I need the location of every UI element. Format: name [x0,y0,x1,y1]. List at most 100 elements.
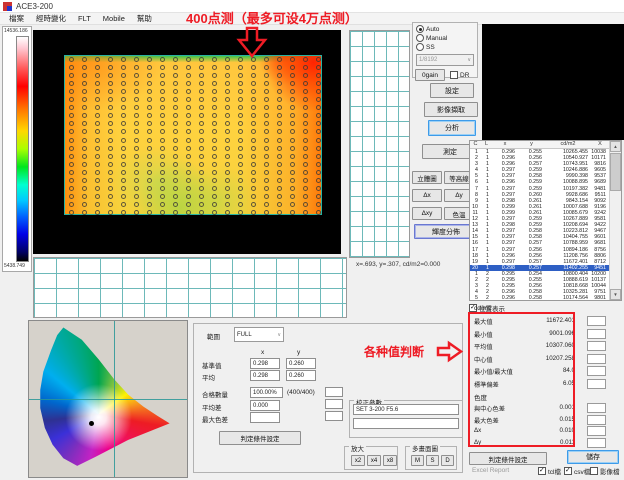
stat-row: 標準偏差6.05 [474,380,575,389]
measure-point [225,121,230,126]
measure-point [147,129,152,134]
zero-gain-button[interactable]: 0gain [415,69,445,81]
csv-file-checkbox[interactable]: csv檔 [564,466,590,476]
analyze-button[interactable]: 分析 [428,120,476,136]
table-header-y: y [518,141,545,148]
base-value-label: 基準值 [202,360,222,370]
scrollbar-thumb[interactable] [610,153,621,191]
range-select[interactable]: FULL ∨ [234,327,284,342]
measure-point [69,113,74,118]
radio-ss-circle[interactable] [416,43,424,51]
measure-point [134,178,139,183]
delta-xy-button[interactable]: Δxy [412,207,442,220]
delta-x-button[interactable]: Δx [412,189,442,202]
stat-value: 0.001 [560,404,575,413]
measure-point [82,81,87,86]
judge-indicator-box [587,403,606,413]
stat-label: Δy [474,439,481,446]
table-row[interactable]: 520.2960.25810174.5649801 [470,295,621,301]
stat-value: 10307.060 [546,342,575,351]
judge-settings-button-right[interactable]: 判定條件設定 [469,452,547,465]
measure-point [199,97,204,102]
radio-auto-circle[interactable] [416,25,424,33]
settings-button[interactable]: 設定 [430,83,474,98]
radio-manual[interactable]: Manual [416,34,447,42]
stat-value: 11672.401 [546,317,575,326]
measure-point [251,113,256,118]
menu-item-2[interactable]: FLT [73,14,96,23]
zoom-button-x4[interactable]: x4 [367,455,381,466]
save-button[interactable]: 儲存 [567,450,619,464]
base-x-field[interactable]: 0.298 [250,358,280,369]
zoom-button-x2[interactable]: x2 [351,455,365,466]
view-3d-button[interactable]: 立體圖 [412,171,442,184]
measure-point [108,186,113,191]
avg-y-field[interactable]: 0.260 [286,370,316,381]
measure-point [225,178,230,183]
multiview-button-d[interactable]: D [441,455,454,466]
vertical-profile-graph [349,30,410,258]
measure-point [121,97,126,102]
measure-point [303,210,308,215]
radio-auto[interactable]: Auto [416,25,439,33]
menu-item-0[interactable]: 檔案 [4,13,29,24]
stat-row: 與中心色差0.001 [474,404,575,413]
measure-point [108,178,113,183]
measure-point [225,138,230,143]
tcl-file-label: tcl檔 [548,466,561,476]
tcl-file-checkbox[interactable]: tcl檔 [538,466,561,476]
calibration-param-field[interactable]: SET 3-200 F5.6 [353,404,459,415]
measure-point [160,138,165,143]
shutter-select[interactable]: 1/8192 ∨ [416,54,474,66]
measure-point [82,89,87,94]
measure-point [212,170,217,175]
cie-diagram [28,320,188,478]
heatmap [64,55,322,215]
calibration-param2-field[interactable] [353,418,459,429]
stat-label: Δx [474,427,481,434]
menu-item-4[interactable]: 幫助 [132,13,157,24]
csv-file-box[interactable] [564,467,572,475]
table-header-cd/m2: cd/m2 [545,141,591,148]
measure-point [199,121,204,126]
image-capture-button[interactable]: 影像擷取 [424,102,478,117]
measure-point [225,194,230,199]
measure-point [251,194,256,199]
radio-manual-circle[interactable] [416,34,424,42]
measure-point [95,89,100,94]
measure-point [225,162,230,167]
annotation-side-text: 各种值判断 [364,343,424,360]
measure-point [316,178,321,183]
scroll-up-icon[interactable]: ▲ [610,141,621,152]
measure-point [69,57,74,62]
shutter-value: 1/8192 [419,57,437,63]
multiview-button-s[interactable]: S [426,455,439,466]
tcl-file-box[interactable] [538,467,546,475]
menu-item-3[interactable]: Mobile [98,14,130,23]
table-scrollbar[interactable]: ▲ ▼ [609,141,621,300]
multiview-button-m[interactable]: M [411,455,424,466]
image-file-box[interactable] [590,467,598,475]
measure-point [134,138,139,143]
measure-point [277,194,282,199]
measure-point [264,138,269,143]
radio-ss[interactable]: SS [416,43,435,51]
image-file-checkbox[interactable]: 影像檔 [590,466,620,476]
judge-settings-button-mid[interactable]: 判定條件設定 [219,431,301,445]
colorbar-max-label: 14536.186 [4,28,28,34]
dr-checkbox-box[interactable] [450,71,458,79]
avg-x-field[interactable]: 0.298 [250,370,280,381]
zoom-button-x8[interactable]: x8 [383,455,397,466]
measure-point [225,113,230,118]
measure-point [147,57,152,62]
menu-item-1[interactable]: 經時變化 [31,13,71,24]
base-y-field[interactable]: 0.260 [286,358,316,369]
measure-point [199,178,204,183]
measure-point [238,154,243,159]
measurement-image-area[interactable] [33,30,341,254]
scroll-down-icon[interactable]: ▼ [610,289,621,300]
measure-point [160,97,165,102]
dr-checkbox[interactable]: DR [450,71,469,79]
measure-point [160,210,165,215]
measure-point [277,202,282,207]
